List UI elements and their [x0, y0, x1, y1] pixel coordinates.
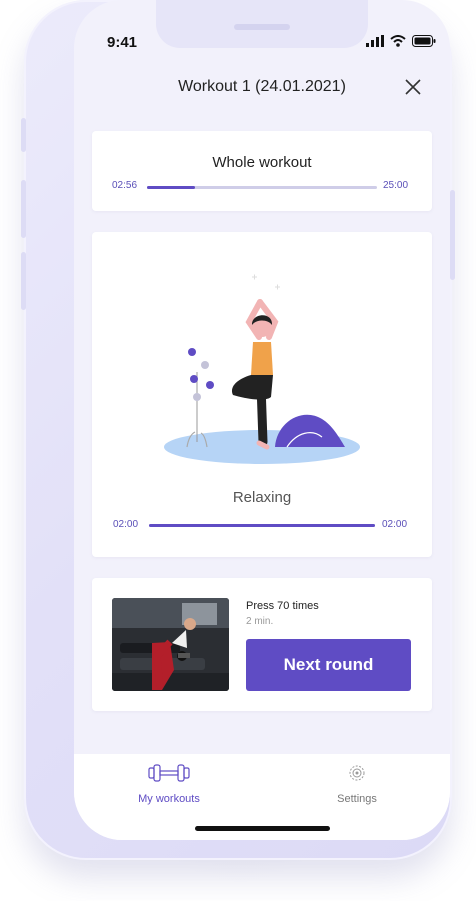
- next-round-card: Press 70 times 2 min. Next round: [92, 578, 432, 711]
- power-button: [450, 190, 455, 280]
- notch: [156, 0, 368, 48]
- volume-up-button: [21, 180, 26, 238]
- wifi-icon: [390, 35, 406, 47]
- tab-my-workouts[interactable]: My workouts: [109, 762, 229, 805]
- next-round-button[interactable]: Next round: [246, 639, 411, 691]
- tab-settings[interactable]: Settings: [297, 762, 417, 805]
- next-exercise-duration: 2 min.: [246, 616, 274, 627]
- status-icons: [366, 35, 436, 47]
- whole-workout-progress-fill: [147, 186, 196, 189]
- whole-workout-title: Whole workout: [212, 154, 312, 171]
- phone-frame: 9:41 Workout 1 (24.01.2021) Whole workou…: [21, 0, 455, 860]
- exercise-thumbnail: [112, 598, 229, 691]
- volume-down-button: [21, 252, 26, 310]
- status-time: 9:41: [107, 34, 138, 51]
- whole-workout-total: 25:00: [383, 180, 409, 191]
- screen: 9:41 Workout 1 (24.01.2021) Whole workou…: [74, 0, 450, 840]
- signal-icon: [366, 35, 384, 47]
- dumbbell-icon: [148, 764, 190, 782]
- speaker: [234, 24, 290, 30]
- exercise-progress-bar: [149, 524, 375, 527]
- whole-workout-progress-bar: [147, 186, 377, 189]
- whole-workout-card: Whole workout 02:56 25:00: [92, 131, 432, 211]
- mute-switch: [21, 118, 26, 152]
- exercise-elapsed: 02:00: [113, 519, 139, 530]
- whole-workout-elapsed: 02:56: [112, 180, 138, 191]
- tab-my-workouts-label: My workouts: [138, 793, 200, 805]
- tab-settings-label: Settings: [337, 793, 377, 805]
- next-exercise-title: Press 70 times: [246, 600, 319, 612]
- exercise-total: 02:00: [382, 519, 408, 530]
- page-title: Workout 1 (24.01.2021): [178, 78, 346, 95]
- close-icon[interactable]: [404, 78, 422, 96]
- gear-icon: [349, 765, 365, 781]
- exercise-name: Relaxing: [232, 489, 292, 506]
- exercise-progress-fill: [149, 524, 375, 527]
- battery-icon: [412, 35, 436, 47]
- home-indicator: [195, 826, 330, 831]
- yoga-illustration: [164, 274, 360, 464]
- exercise-card: Relaxing 02:00 02:00: [92, 232, 432, 557]
